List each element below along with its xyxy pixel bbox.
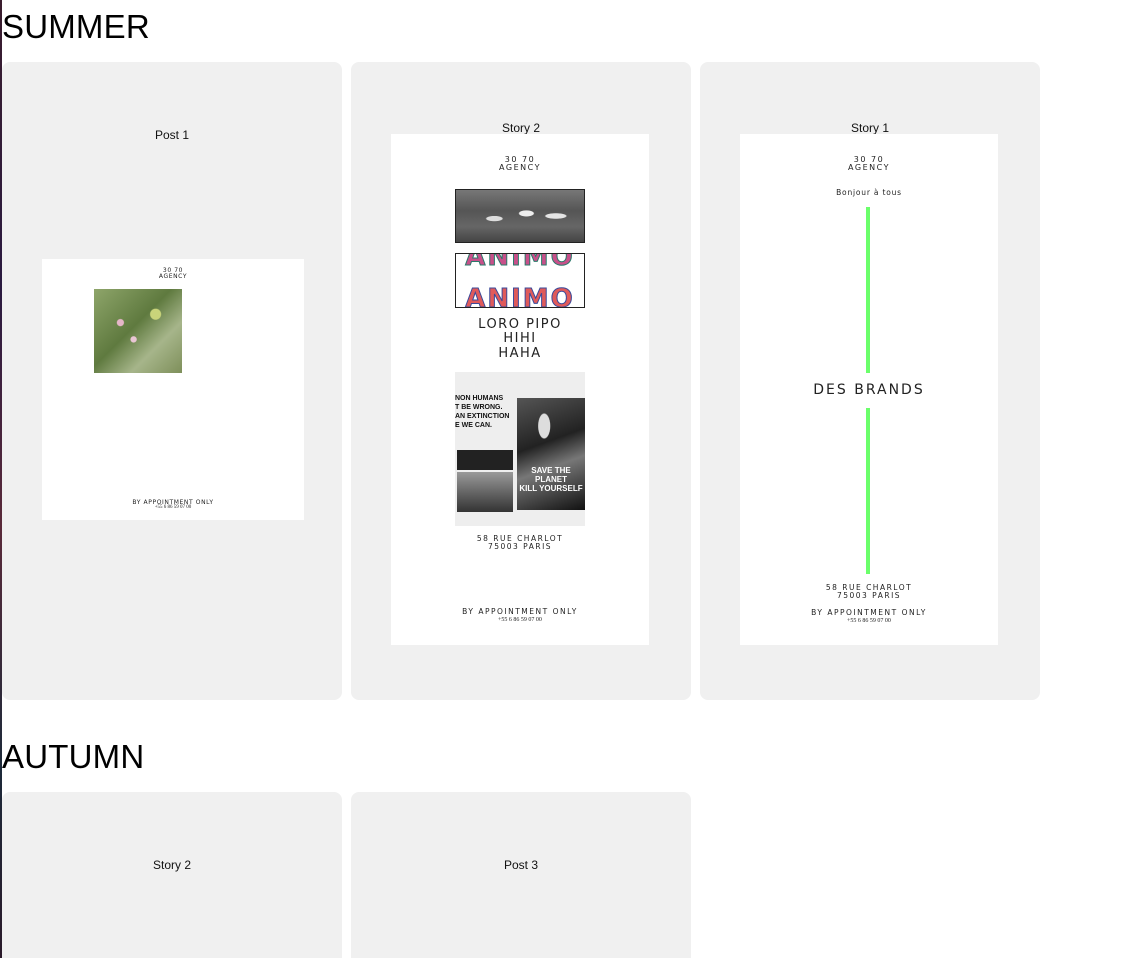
greeting-text: Bonjour à tous <box>836 188 902 197</box>
animo-graphic: ANIMO ANIMO <box>455 253 585 308</box>
design-card-story-2-autumn[interactable]: Story 2 <box>2 792 342 958</box>
accent-line-bottom <box>866 408 870 574</box>
design-card-post-3[interactable]: Post 3 <box>351 792 691 958</box>
agency-line-2: AGENCY <box>499 163 541 172</box>
card-label: Story 2 <box>152 858 191 872</box>
card-label: Post 1 <box>154 128 190 142</box>
collage-text: NON HUMANS T BE WRONG. AN EXTINCTION E W… <box>455 395 510 429</box>
section-title-autumn: AUTUMN <box>2 738 145 775</box>
footer-phone: +55 6 86 59 07 00 <box>847 618 891 624</box>
footer-phone: +55 6 86 59 07 00 <box>498 617 542 623</box>
headline-line-2: HIHI <box>503 331 537 346</box>
story-preview: 30 70 AGENCY Bonjour à tous DES BRANDS 5… <box>740 134 998 645</box>
group-photo <box>455 189 585 243</box>
animo-text-top: ANIMO <box>465 253 575 273</box>
address-line-2: 75003 PARIS <box>487 542 553 551</box>
animo-text-bottom: ANIMO <box>465 284 575 308</box>
design-card-story-2[interactable]: Story 2 30 70 AGENCY ANIMO ANIMO LORO PI… <box>351 62 691 700</box>
flower-photo <box>94 289 182 373</box>
headline-text: DES BRANDS <box>813 382 925 398</box>
footer-line-1: BY APPOINTMENT ONLY <box>811 608 927 617</box>
section-title-summer: SUMMER <box>2 8 150 45</box>
accent-line-top <box>866 207 870 373</box>
post-preview: 30 70 AGENCY BY APPOINTMENT ONLY +55 6 8… <box>42 259 304 520</box>
card-label: Story 1 <box>850 121 889 135</box>
card-label: Story 2 <box>501 121 540 135</box>
address-line-2: 75003 PARIS <box>836 591 902 600</box>
footer-line-1: BY APPOINTMENT ONLY <box>462 607 578 616</box>
agency-line-2: AGENCY <box>848 163 890 172</box>
footer-phone: +55 6 86 59 07 00 <box>154 505 192 510</box>
agency-line-2: AGENCY <box>158 273 188 280</box>
card-label: Post 3 <box>503 858 539 872</box>
headline-line-3: HAHA <box>498 346 542 361</box>
protest-collage: NON HUMANS T BE WRONG. AN EXTINCTION E W… <box>455 372 585 526</box>
design-card-post-1[interactable]: Post 1 30 70 AGENCY BY APPOINTMENT ONLY … <box>2 62 342 700</box>
collage-sign-text: SAVE THE PLANET KILL YOURSELF <box>519 466 583 493</box>
design-card-story-1[interactable]: Story 1 30 70 AGENCY Bonjour à tous DES … <box>700 62 1040 700</box>
story-preview: 30 70 AGENCY ANIMO ANIMO LORO PIPO HIHI … <box>391 134 649 645</box>
